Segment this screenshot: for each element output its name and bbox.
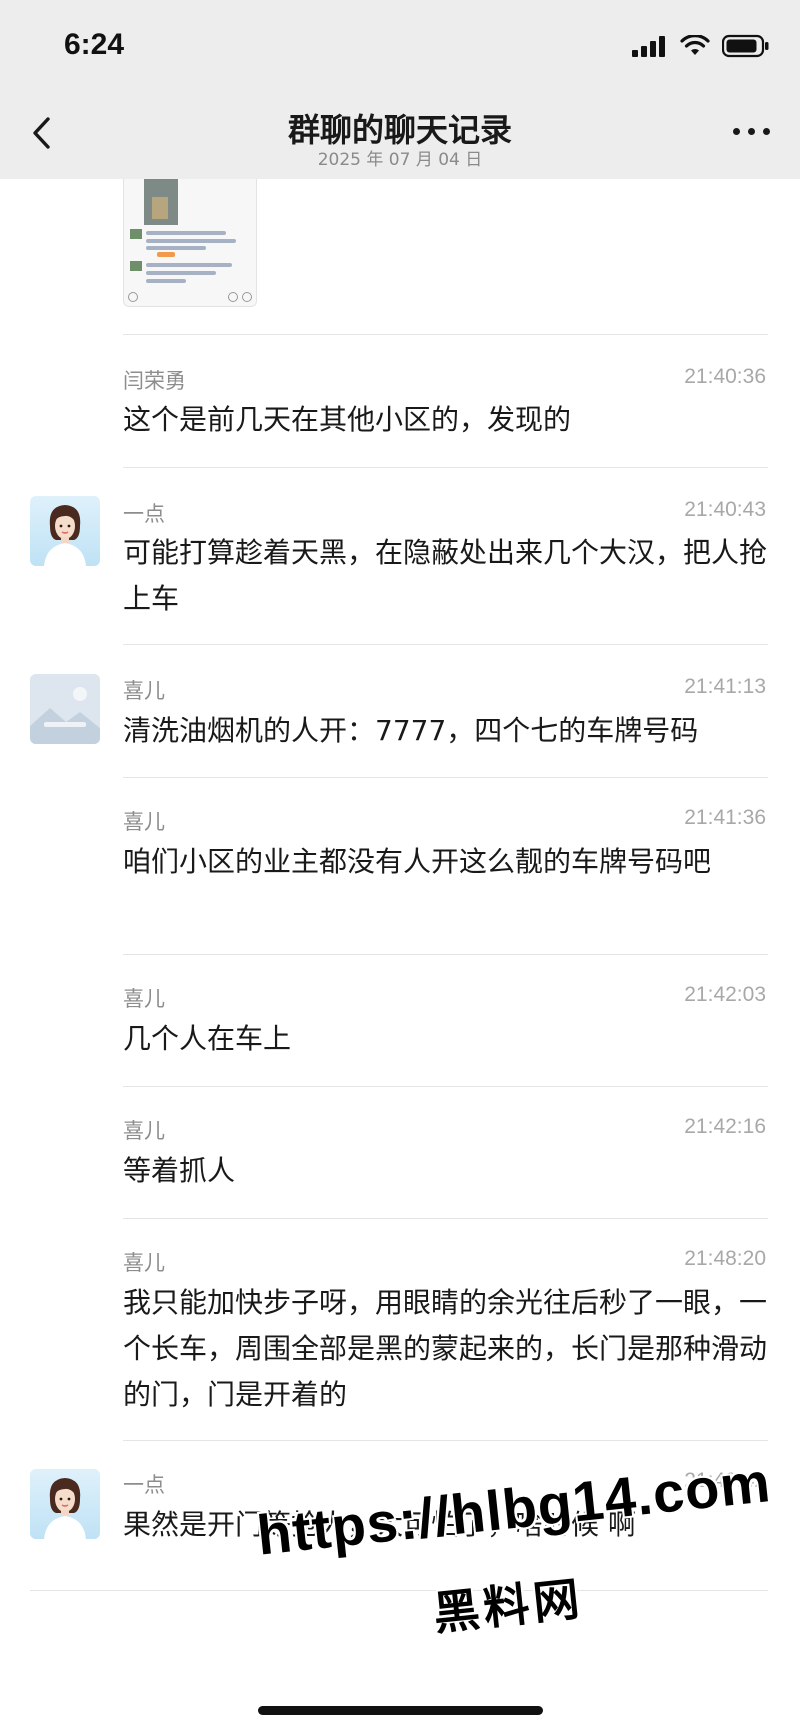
message-sender: 一点 [123, 502, 165, 526]
card-text-line [146, 239, 236, 243]
battery-icon [722, 34, 769, 58]
woman-portrait-icon [44, 505, 86, 566]
more-options-icon[interactable] [733, 128, 770, 135]
divider [123, 334, 768, 335]
forwarded-chat-card[interactable] [123, 179, 257, 307]
divider [123, 467, 768, 468]
avatar[interactable] [30, 674, 100, 744]
wifi-icon [680, 35, 710, 55]
avatar[interactable] [30, 1469, 100, 1539]
page-date: 2025 年 07 月 04 日 [317, 150, 483, 170]
message-sender: 喜儿 [123, 679, 165, 703]
message-text: 可能打算趁着天黑，在隐蔽处出来几个大汉，把人抢上车 [123, 536, 768, 615]
nav-bar: 群聊的聊天记录 2025 年 07 月 04 日 [0, 95, 800, 179]
status-time: 6:24 [64, 28, 125, 61]
message-time: 21:42:16 [684, 1115, 766, 1138]
card-text-line [146, 263, 232, 267]
message-sender: 闫荣勇 [123, 369, 186, 393]
image-placeholder-icon [30, 674, 100, 744]
message-sender: 喜儿 [123, 987, 165, 1011]
card-thumb-icon [130, 229, 142, 239]
message-text: 咱们小区的业主都没有人开这么靓的车牌号码吧 [123, 845, 712, 878]
home-indicator[interactable] [258, 1706, 543, 1715]
message-time: 21:42:03 [684, 983, 766, 1006]
card-photo-thumbnail [144, 179, 178, 225]
card-icon [228, 292, 238, 302]
card-text-line [146, 279, 186, 283]
message-sender: 喜儿 [123, 810, 165, 834]
message-sender: 一点 [123, 1473, 165, 1497]
message-text: 清洗油烟机的人开：7777，四个七的车牌号码 [123, 714, 699, 747]
divider [123, 954, 768, 955]
message-time: 21:40:36 [684, 365, 766, 388]
divider [123, 1218, 768, 1219]
message-time: 21:41:36 [684, 806, 766, 829]
message-text: 这个是前几天在其他小区的，发现的 [123, 403, 572, 436]
watermark-url: https://hlbg14.com [254, 1450, 774, 1567]
card-icon [242, 292, 252, 302]
card-icon [128, 292, 138, 302]
divider [123, 1440, 768, 1441]
card-text-line [146, 246, 206, 250]
avatar[interactable] [30, 496, 100, 566]
divider [123, 1086, 768, 1087]
card-thumb-icon [130, 261, 142, 271]
divider [30, 1590, 768, 1591]
woman-portrait-icon [44, 1478, 86, 1539]
card-text-line [146, 271, 216, 275]
message-sender: 喜儿 [123, 1251, 165, 1275]
message-time: 21:41:13 [684, 675, 766, 698]
card-text-line [146, 231, 226, 235]
message-time: 21:40:43 [684, 498, 766, 521]
divider [123, 777, 768, 778]
message-time: 21:48:20 [684, 1247, 766, 1270]
signal-icon [632, 36, 665, 57]
status-icons [632, 34, 770, 58]
divider [123, 644, 768, 645]
message-sender: 喜儿 [123, 1119, 165, 1143]
watermark-label: 黑料网 [430, 1571, 586, 1641]
card-highlight [157, 252, 175, 257]
status-bar: 6:24 [0, 0, 800, 95]
message-text: 我只能加快步子呀，用眼睛的余光往后秒了一眼，一个长车，周围全部是黑的蒙起来的，长… [123, 1286, 768, 1411]
message-text: 等着抓人 [123, 1154, 236, 1187]
message-text: 几个人在车上 [123, 1022, 292, 1055]
